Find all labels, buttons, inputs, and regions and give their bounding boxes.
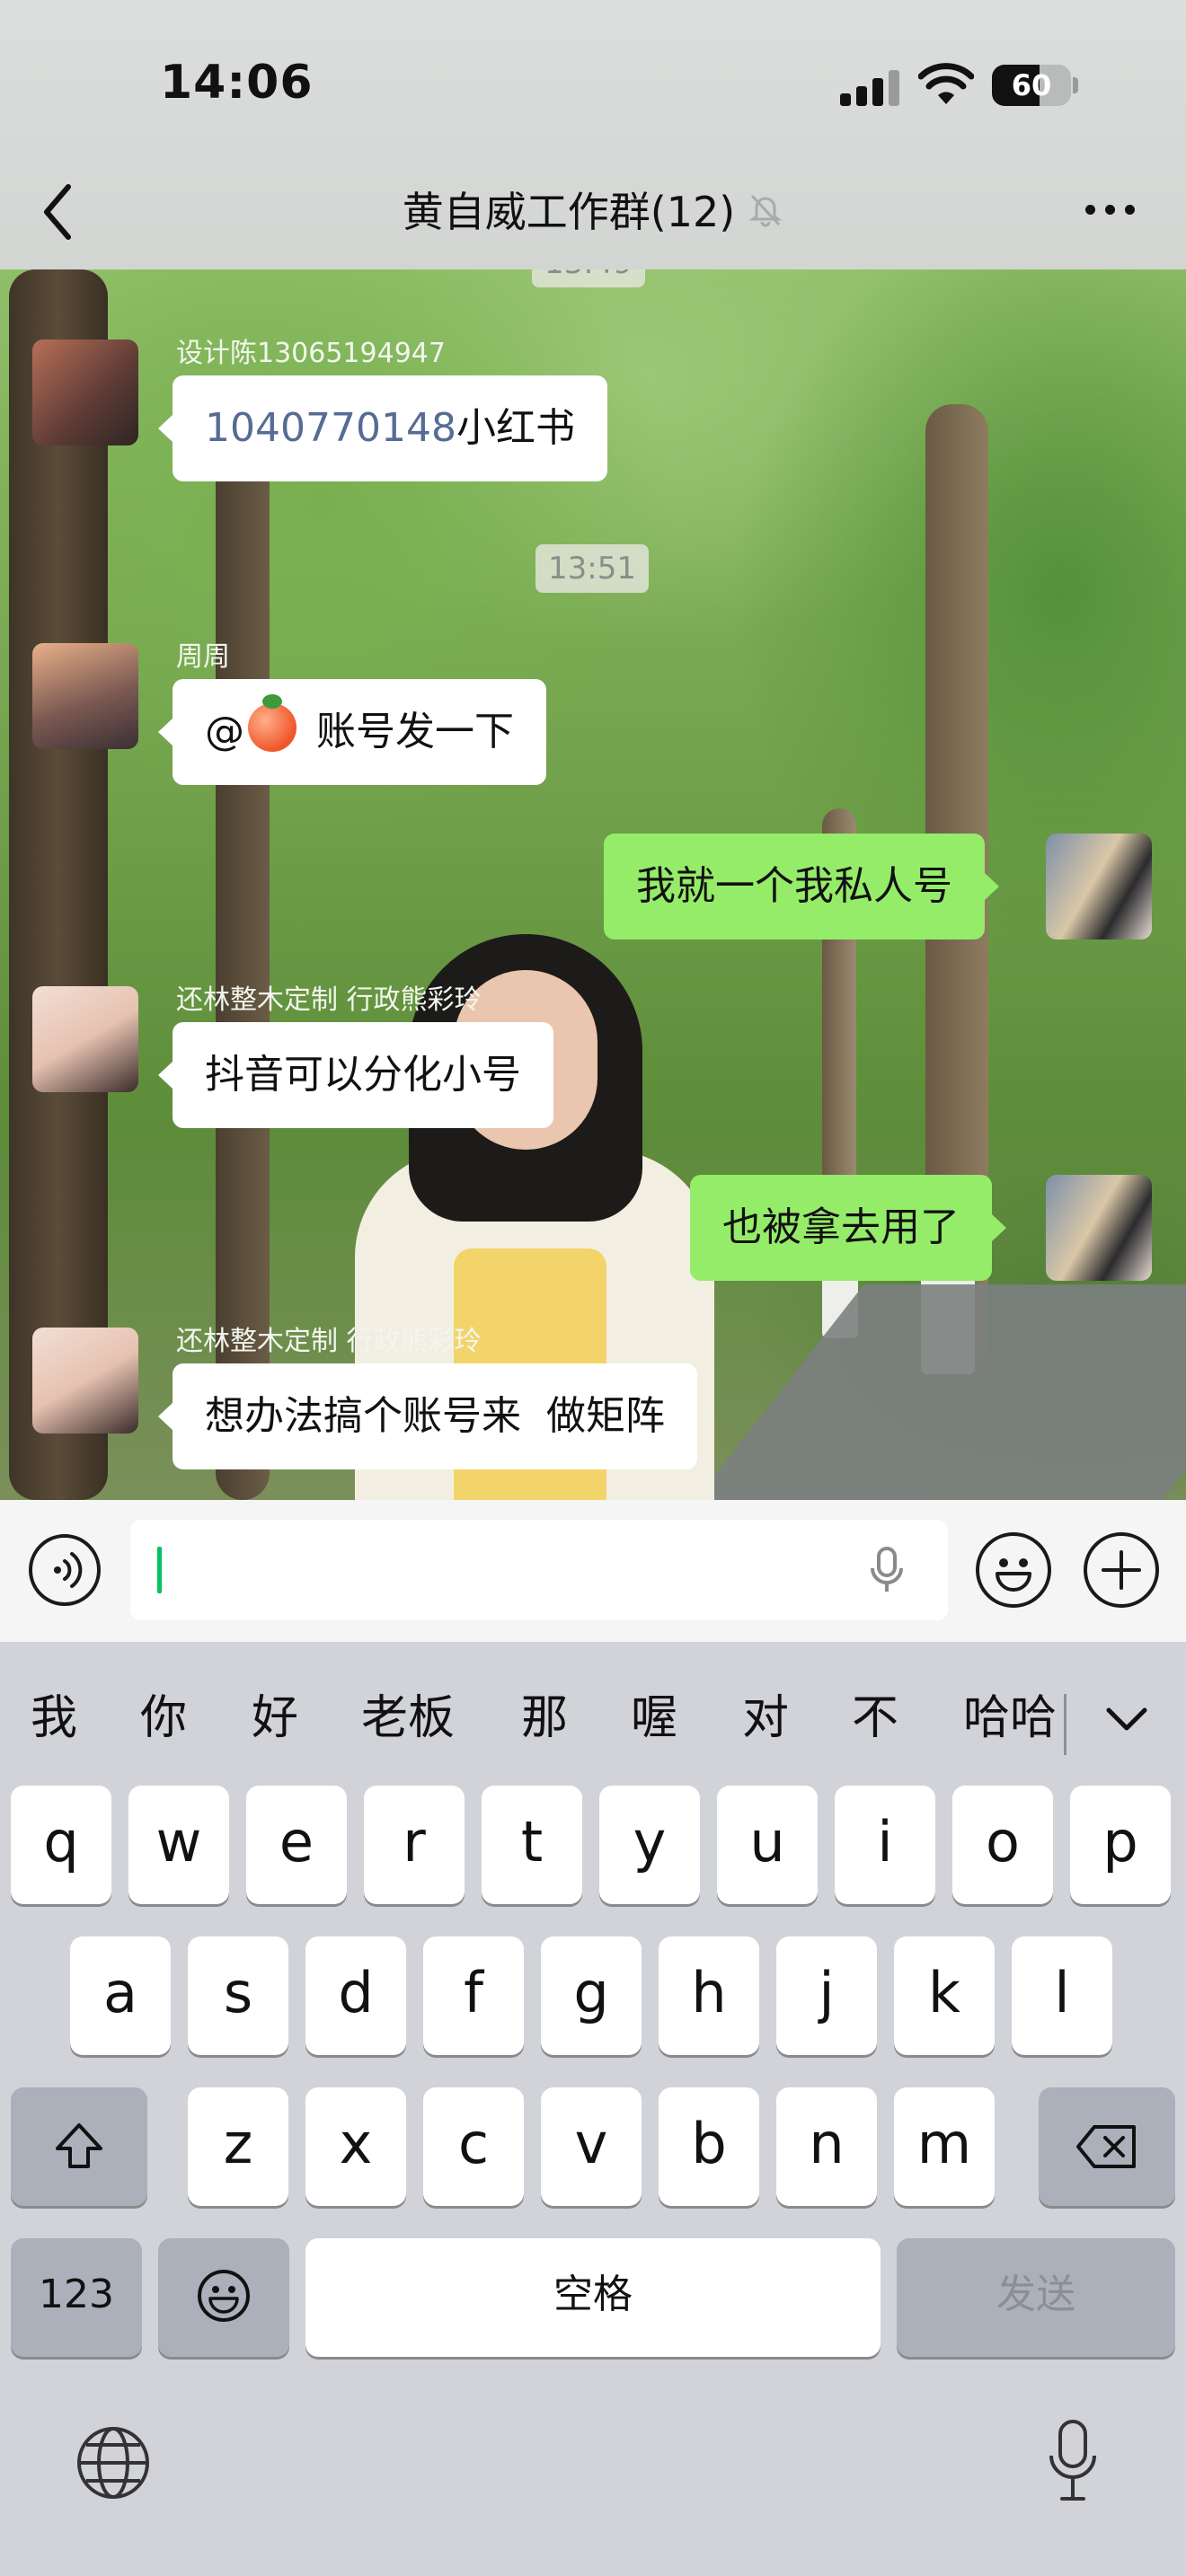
candidate-word[interactable]: 老板 (361, 1678, 455, 1759)
key-w[interactable]: w (128, 1786, 229, 1904)
message-bubble-outgoing[interactable]: 也被拿去用了 (690, 1175, 1006, 1281)
key-q[interactable]: q (11, 1786, 111, 1904)
avatar-self[interactable] (1046, 1175, 1152, 1281)
microphone-icon[interactable] (867, 1545, 907, 1595)
key-v[interactable]: v (541, 2087, 642, 2206)
candidate-divider (1064, 1694, 1067, 1755)
key-p[interactable]: p (1070, 1786, 1171, 1904)
backspace-icon (1076, 2125, 1136, 2168)
key-x[interactable]: x (305, 2087, 406, 2206)
candidate-word[interactable]: 不 (852, 1678, 898, 1759)
key-a[interactable]: a (70, 1936, 171, 2055)
key-r[interactable]: r (364, 1786, 465, 1904)
emoji-key[interactable] (158, 2238, 289, 2357)
key-h[interactable]: h (659, 1936, 759, 2055)
sender-name: 还林整木定制 行政熊彩玲 (176, 984, 482, 1016)
key-n[interactable]: n (776, 2087, 877, 2206)
message-input-bar (0, 1500, 1186, 1642)
backspace-key[interactable] (1039, 2087, 1175, 2206)
key-j[interactable]: j (776, 1936, 877, 2055)
cellular-signal-icon (840, 68, 899, 106)
key-b[interactable]: b (659, 2087, 759, 2206)
send-key[interactable]: 发送 (897, 2238, 1175, 2357)
sender-name: 设计陈13065194947 (176, 338, 446, 369)
avatar[interactable] (32, 643, 138, 749)
candidate-word[interactable]: 哈哈 (963, 1678, 1057, 1759)
message-timestamp: 13:49 (532, 269, 645, 287)
sender-name: 周周 (176, 641, 230, 673)
message-link-number[interactable]: 1040770148 (205, 405, 456, 451)
key-o[interactable]: o (952, 1786, 1053, 1904)
text-caret (157, 1547, 162, 1593)
plus-icon[interactable] (1084, 1532, 1159, 1608)
wallpaper-tree-trunk (9, 269, 108, 1500)
message-timestamp: 13:51 (535, 544, 649, 593)
key-m[interactable]: m (894, 2087, 995, 2206)
key-e[interactable]: e (246, 1786, 347, 1904)
mute-bell-icon (748, 194, 783, 227)
avatar[interactable] (32, 1328, 138, 1434)
key-c[interactable]: c (423, 2087, 524, 2206)
wifi-icon (918, 63, 974, 104)
key-i[interactable]: i (835, 1786, 935, 1904)
battery-cap (1073, 77, 1078, 93)
chat-title[interactable]: 黄自威工作群(12) (403, 180, 735, 239)
candidate-word[interactable]: 对 (742, 1678, 789, 1759)
shift-key[interactable] (11, 2087, 147, 2206)
message-bubble[interactable]: 想办法搞个账号来 做矩阵 (158, 1363, 697, 1469)
message-bubble-outgoing[interactable]: 我就一个我私人号 (604, 834, 999, 940)
message-input[interactable] (130, 1520, 948, 1620)
key-u[interactable]: u (717, 1786, 818, 1904)
candidate-bar: 我 你 好 老板 那 喔 对 不 哈哈 (0, 1678, 1186, 1759)
battery-icon: 60 (992, 65, 1071, 106)
message-bubble[interactable]: @ 账号发一下 (158, 679, 546, 785)
candidate-word[interactable]: 那 (521, 1678, 568, 1759)
voice-icon[interactable] (29, 1534, 101, 1606)
space-key[interactable]: 空格 (305, 2238, 881, 2357)
key-y[interactable]: y (599, 1786, 700, 1904)
avatar-self[interactable] (1046, 834, 1152, 940)
key-k[interactable]: k (894, 1936, 995, 2055)
candidate-word[interactable]: 我 (31, 1678, 77, 1759)
candidate-word[interactable]: 你 (140, 1678, 187, 1759)
chevron-down-icon[interactable] (1102, 1694, 1152, 1744)
message-text: 账号发一下 (304, 709, 514, 754)
candidate-word[interactable]: 喔 (631, 1678, 677, 1759)
key-f[interactable]: f (423, 1936, 524, 2055)
message-bubble[interactable]: 1040770148小红书 (158, 375, 607, 481)
emoji-icon[interactable] (976, 1532, 1051, 1608)
message-text: 也被拿去用了 (722, 1204, 960, 1250)
key-d[interactable]: d (305, 1936, 406, 2055)
chat-message-area[interactable]: 13:49 设计陈13065194947 1040770148小红书 13:51… (0, 269, 1186, 1500)
key-z[interactable]: z (188, 2087, 288, 2206)
chat-title-container: 黄自威工作群(12) (0, 180, 1186, 239)
keyboard-microphone-icon[interactable] (1048, 2416, 1098, 2506)
key-t[interactable]: t (482, 1786, 582, 1904)
peach-emoji-icon (248, 694, 296, 752)
battery-level: 60 (1011, 68, 1052, 102)
message-mention: @ (205, 709, 244, 754)
more-dots-icon[interactable] (1085, 199, 1143, 221)
key-l[interactable]: l (1012, 1936, 1112, 2055)
key-s[interactable]: s (188, 1936, 288, 2055)
candidate-word[interactable]: 好 (252, 1678, 298, 1759)
message-text: 抖音可以分化小号 (205, 1052, 521, 1098)
keyboard: 我 你 好 老板 那 喔 对 不 哈哈 q w e r t y u i o p … (0, 1642, 1186, 2576)
emoji-key-icon (198, 2270, 250, 2322)
message-bubble[interactable]: 抖音可以分化小号 (158, 1022, 553, 1128)
shift-icon (56, 2123, 102, 2168)
avatar[interactable] (32, 340, 138, 446)
message-text: 想办法搞个账号来 做矩阵 (205, 1393, 665, 1439)
numbers-key[interactable]: 123 (11, 2238, 142, 2357)
status-time: 14:06 (160, 56, 314, 110)
message-text: 我就一个我私人号 (636, 863, 952, 909)
message-text: 小红书 (456, 405, 575, 451)
avatar[interactable] (32, 986, 138, 1092)
wallpaper-road (681, 1284, 1186, 1500)
key-g[interactable]: g (541, 1936, 642, 2055)
sender-name: 还林整木定制 行政熊彩玲 (176, 1326, 482, 1357)
globe-icon[interactable] (75, 2425, 151, 2501)
top-bar: 14:06 60 黄自威工作群(12) (0, 0, 1186, 269)
